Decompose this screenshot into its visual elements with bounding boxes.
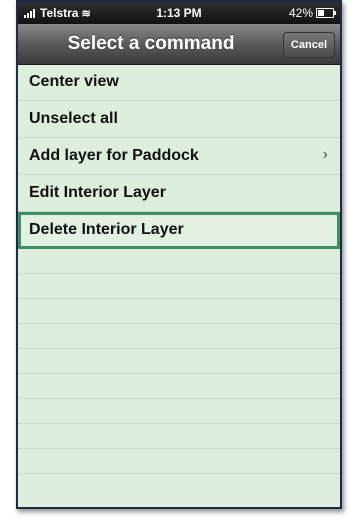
cancel-button[interactable]: Cancel: [282, 32, 335, 58]
status-bar: Telstra ≋ 1:13 PM 42%: [18, 2, 340, 24]
empty-row: [18, 424, 340, 449]
command-label: Center view: [29, 73, 119, 90]
navigation-bar: Select a command Cancel: [18, 24, 340, 65]
empty-row: [18, 324, 340, 349]
command-unselect-all[interactable]: Unselect all: [18, 101, 340, 138]
command-label: Unselect all: [29, 110, 118, 127]
command-label: Add layer for Paddock: [29, 147, 199, 164]
page-title: Select a command: [67, 33, 235, 54]
command-list: Center view Unselect all Add layer for P…: [18, 64, 340, 507]
empty-row: [18, 349, 340, 374]
command-center-view[interactable]: Center view: [18, 64, 340, 101]
battery-percent: 42%: [288, 6, 313, 20]
command-label: Edit Interior Layer: [29, 184, 166, 201]
empty-row: [18, 274, 340, 299]
empty-row: [18, 374, 340, 399]
battery-icon: [316, 8, 336, 18]
command-add-layer-paddock[interactable]: Add layer for Paddock ›: [18, 138, 340, 175]
empty-row: [18, 449, 340, 474]
command-label: Delete Interior Layer: [29, 221, 184, 238]
empty-row: [18, 249, 340, 274]
empty-row: [18, 399, 340, 424]
command-delete-interior-layer[interactable]: Delete Interior Layer: [18, 212, 340, 249]
empty-row: [18, 299, 340, 324]
command-edit-interior-layer[interactable]: Edit Interior Layer: [18, 175, 340, 212]
phone-screen: Telstra ≋ 1:13 PM 42% Select a command C…: [16, 0, 342, 509]
chevron-right-icon: ›: [322, 146, 328, 163]
battery-group: 42%: [288, 6, 336, 20]
